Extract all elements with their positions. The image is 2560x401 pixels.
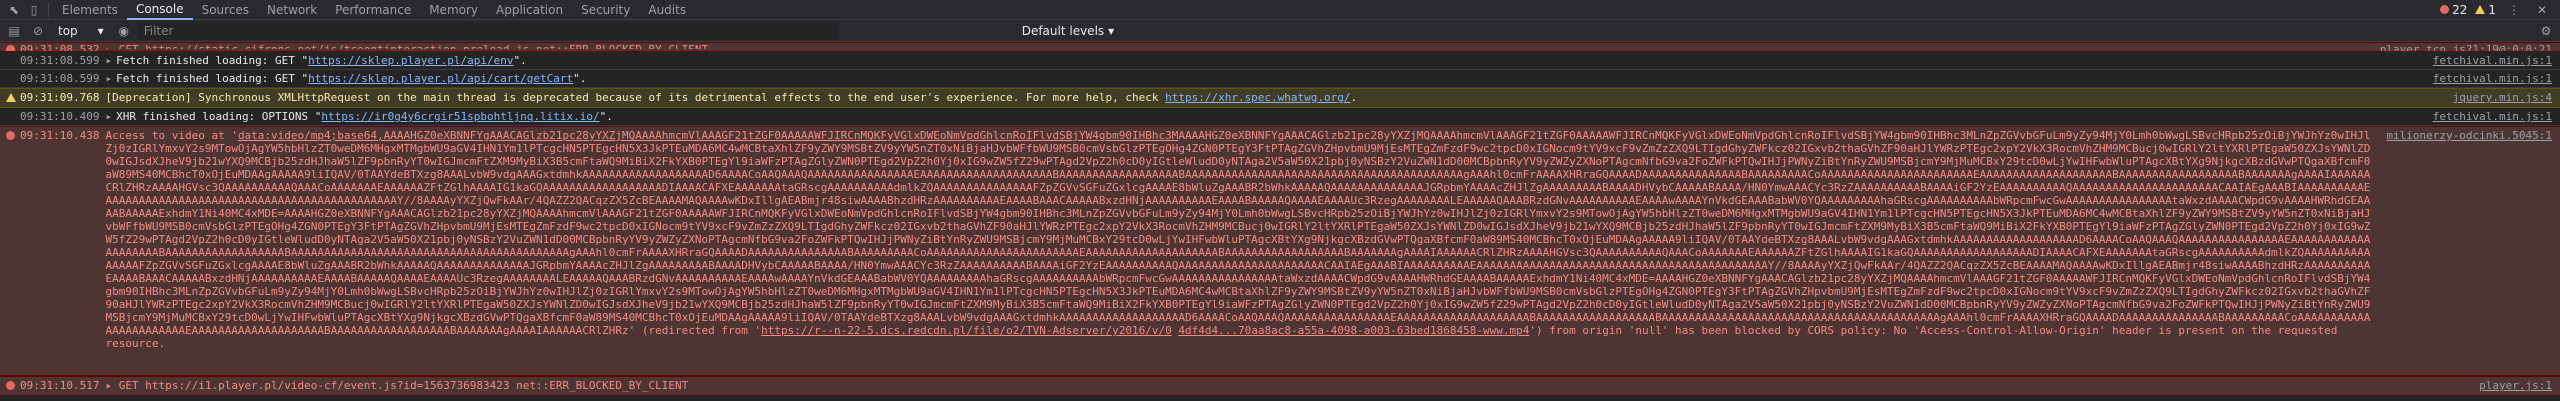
source-link[interactable]: milionerzy-odcinki.5045:1: [2386, 129, 2552, 373]
warning-count: 1: [2488, 2, 2496, 17]
tabbar-right: 22 1 ⋮ ✕: [2440, 0, 2560, 20]
redirect-url-link[interactable]: https://r--n-22-5.dcs.redcdn.pl/file/o2/…: [761, 324, 1172, 337]
url-link[interactable]: https://sklep.player.pl/api/env: [308, 54, 513, 67]
console-message: 09:31:08.599 ▸ Fetch finished loading: GE…: [0, 52, 2560, 70]
divider: [48, 2, 49, 17]
device-toolbar-icon[interactable]: ▯: [24, 0, 44, 20]
tab-elements[interactable]: Elements: [53, 0, 127, 20]
source-link[interactable]: player.js:1: [2479, 379, 2552, 393]
source-link[interactable]: player.tcn.js?1:19@:0:0:21: [2380, 43, 2552, 51]
message-text: ▸ XHR finished loading: OPTIONS "https://…: [105, 110, 613, 123]
inspect-element-icon[interactable]: ⬉: [4, 0, 24, 20]
close-icon[interactable]: ✕: [2532, 0, 2552, 20]
eye-icon[interactable]: ◉: [114, 21, 134, 41]
clear-console-icon[interactable]: ⊘: [28, 21, 48, 41]
log-levels-label: Default levels: [1021, 23, 1105, 38]
chevron-down-icon: ▾: [97, 23, 104, 38]
url-link[interactable]: https://ir0g4y6crgir51spbohtljnq.litix.i…: [321, 110, 599, 123]
error-icon: [6, 131, 15, 140]
tab-audits[interactable]: Audits: [639, 0, 695, 20]
chevron-down-icon: ▾: [1108, 23, 1115, 38]
message-text: [Deprecation] Synchronous XMLHttpRequest…: [105, 91, 1358, 104]
console-message: 09:31:08.599 ▸ Fetch finished loading: GE…: [0, 70, 2560, 88]
error-count: 22: [2452, 2, 2468, 17]
timestamp: 09:31:08.599: [20, 72, 100, 85]
message-text: ▸ Fetch finished loading: GET "https://sk…: [105, 72, 587, 85]
message-text: ▸ GET https://static.cifrons.net/js/tcoo…: [105, 43, 2367, 49]
console-message: 09:31:08.532 ▸ GET https://static.cifron…: [0, 42, 2560, 52]
console-message-warning: 09:31:09.768 [Deprecation] Synchronous X…: [0, 88, 2560, 108]
url-link[interactable]: https://xhr.spec.whatwg.org/: [1165, 91, 1350, 104]
expand-arrow-icon[interactable]: ▸: [105, 72, 112, 85]
source-link[interactable]: jquery.min.js:4: [2453, 91, 2552, 105]
redirect-url-link-cont[interactable]: 4df4d4...70aa8ac8-a55a-4098-a003-63bed18…: [1178, 324, 1529, 337]
warning-count-badge[interactable]: 1: [2475, 3, 2496, 17]
timestamp: 09:31:10.409: [20, 110, 100, 123]
timestamp: 09:31:10.438: [20, 129, 100, 142]
console-toolbar: ▤ ⊘ top ▾ ◉ Default levels ▾ ⚙: [0, 20, 2560, 42]
message-text: Access to video at 'data:video/mp4;base6…: [105, 129, 2371, 350]
more-vert-icon[interactable]: ⋮: [2504, 0, 2524, 20]
expand-arrow-icon[interactable]: ▸: [105, 110, 112, 123]
tab-security[interactable]: Security: [572, 0, 639, 20]
message-text: ▸ GET https://i1.player.pl/video-cf/even…: [105, 379, 689, 392]
timestamp: 09:31:10.517: [20, 379, 100, 392]
console-message: 09:31:10.517 ▸ GET https://i1.player.pl/…: [0, 376, 2560, 396]
message-text: ▸ Fetch finished loading: GET "https://sk…: [105, 54, 527, 67]
url-link[interactable]: https://sklep.player.pl/api/cart/getCart: [308, 72, 573, 85]
console-message: 09:31:10.409 ▸ XHR finished loading: OPTI…: [0, 108, 2560, 126]
tab-network[interactable]: Network: [258, 0, 326, 20]
error-count-badge[interactable]: 22: [2440, 3, 2467, 17]
timestamp: 09:31:09.768: [20, 91, 100, 104]
devtools-tabbar: ⬉ ▯ Elements Console Sources Network Per…: [0, 0, 2560, 20]
error-icon: [6, 45, 15, 51]
sidebar-toggle-icon[interactable]: ▤: [4, 21, 24, 41]
warning-icon: [2475, 5, 2486, 14]
tab-sources[interactable]: Sources: [193, 0, 258, 20]
data-uri-text: AAAAHGZ0eXBNNFYgAAACAGlzb21pc28yYXZjMQAA…: [105, 129, 2371, 337]
tab-performance[interactable]: Performance: [326, 0, 420, 20]
gear-icon[interactable]: ⚙: [2540, 21, 2560, 41]
source-link[interactable]: fetchival.min.js:1: [2433, 110, 2552, 123]
tab-console[interactable]: Console: [126, 0, 193, 20]
filter-input[interactable]: [137, 21, 838, 40]
source-link[interactable]: fetchival.min.js:1: [2433, 72, 2552, 85]
context-label: top: [58, 23, 78, 38]
source-link[interactable]: fetchival.min.js:1: [2433, 54, 2552, 67]
error-icon: [6, 381, 15, 390]
warning-icon: [6, 93, 16, 102]
tab-application[interactable]: Application: [487, 0, 572, 20]
console-messages: 09:31:08.532 ▸ GET https://static.cifron…: [0, 42, 2560, 396]
context-selector[interactable]: top ▾: [52, 24, 110, 38]
timestamp: 09:31:08.532: [20, 43, 100, 52]
url-link[interactable]: data:video/mp4;base64,AAAAHGZ0eXBNNFYgAA…: [238, 129, 1178, 142]
tab-memory[interactable]: Memory: [420, 0, 487, 20]
error-icon: [2440, 5, 2450, 14]
log-levels-dropdown[interactable]: Default levels ▾: [1022, 24, 1114, 38]
console-message-error: 09:31:10.438 Access to video at 'data:vi…: [0, 126, 2560, 376]
timestamp: 09:31:08.599: [20, 54, 100, 67]
expand-arrow-icon[interactable]: ▸: [105, 54, 112, 67]
